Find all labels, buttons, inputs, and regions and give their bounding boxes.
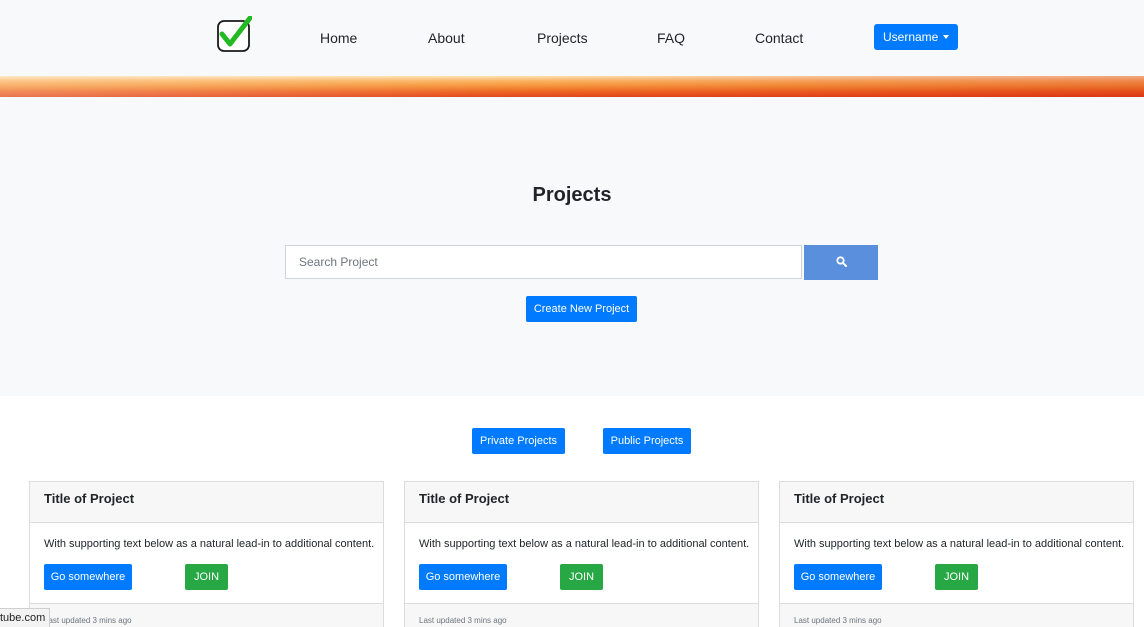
hero-section: Projects Create New Project <box>0 97 1144 396</box>
navbar: Home About Projects FAQ Contact Username <box>0 0 1144 78</box>
go-somewhere-button[interactable]: Go somewhere <box>419 564 507 590</box>
caret-down-icon <box>943 35 950 39</box>
decorative-banner <box>0 76 1144 97</box>
last-updated-text: Last updated 3 mins ago <box>44 616 132 625</box>
checkmark-logo-icon[interactable] <box>216 15 253 53</box>
nav-link-projects[interactable]: Projects <box>537 30 588 46</box>
search-icon <box>835 254 847 272</box>
project-card-footer: Last updated 3 mins ago <box>405 603 758 627</box>
link-status-tooltip: tube.com <box>0 608 51 627</box>
nav-link-home[interactable]: Home <box>320 30 357 46</box>
join-button[interactable]: JOIN <box>935 564 978 590</box>
nav-link-contact[interactable]: Contact <box>755 30 803 46</box>
public-projects-button[interactable]: Public Projects <box>603 428 691 454</box>
create-new-project-button[interactable]: Create New Project <box>526 296 637 322</box>
project-card-text: With supporting text below as a natural … <box>44 538 375 550</box>
project-card-title: Title of Project <box>405 482 758 523</box>
project-card-title: Title of Project <box>780 482 1133 523</box>
page-title: Projects <box>532 184 612 206</box>
nav-link-faq[interactable]: FAQ <box>657 30 685 46</box>
search-input[interactable] <box>285 245 802 279</box>
join-button[interactable]: JOIN <box>185 564 228 590</box>
nav-link-about[interactable]: About <box>428 30 465 46</box>
project-card: Title of Project With supporting text be… <box>779 481 1134 627</box>
last-updated-text: Last updated 3 mins ago <box>794 616 882 625</box>
last-updated-text: Last updated 3 mins ago <box>419 616 507 625</box>
project-card-footer: Last updated 3 mins ago <box>30 603 383 627</box>
go-somewhere-button[interactable]: Go somewhere <box>794 564 882 590</box>
project-card-footer: Last updated 3 mins ago <box>780 603 1133 627</box>
project-card: Title of Project With supporting text be… <box>29 481 384 627</box>
go-somewhere-button[interactable]: Go somewhere <box>44 564 132 590</box>
private-projects-button[interactable]: Private Projects <box>472 428 565 454</box>
project-card-text: With supporting text below as a natural … <box>794 538 1125 550</box>
search-button[interactable] <box>804 245 878 280</box>
user-dropdown-button[interactable]: Username <box>874 24 959 50</box>
project-card: Title of Project With supporting text be… <box>404 481 759 627</box>
project-card-title: Title of Project <box>30 482 383 523</box>
join-button[interactable]: JOIN <box>560 564 603 590</box>
project-card-text: With supporting text below as a natural … <box>419 538 750 550</box>
user-dropdown-label: Username <box>883 30 939 44</box>
